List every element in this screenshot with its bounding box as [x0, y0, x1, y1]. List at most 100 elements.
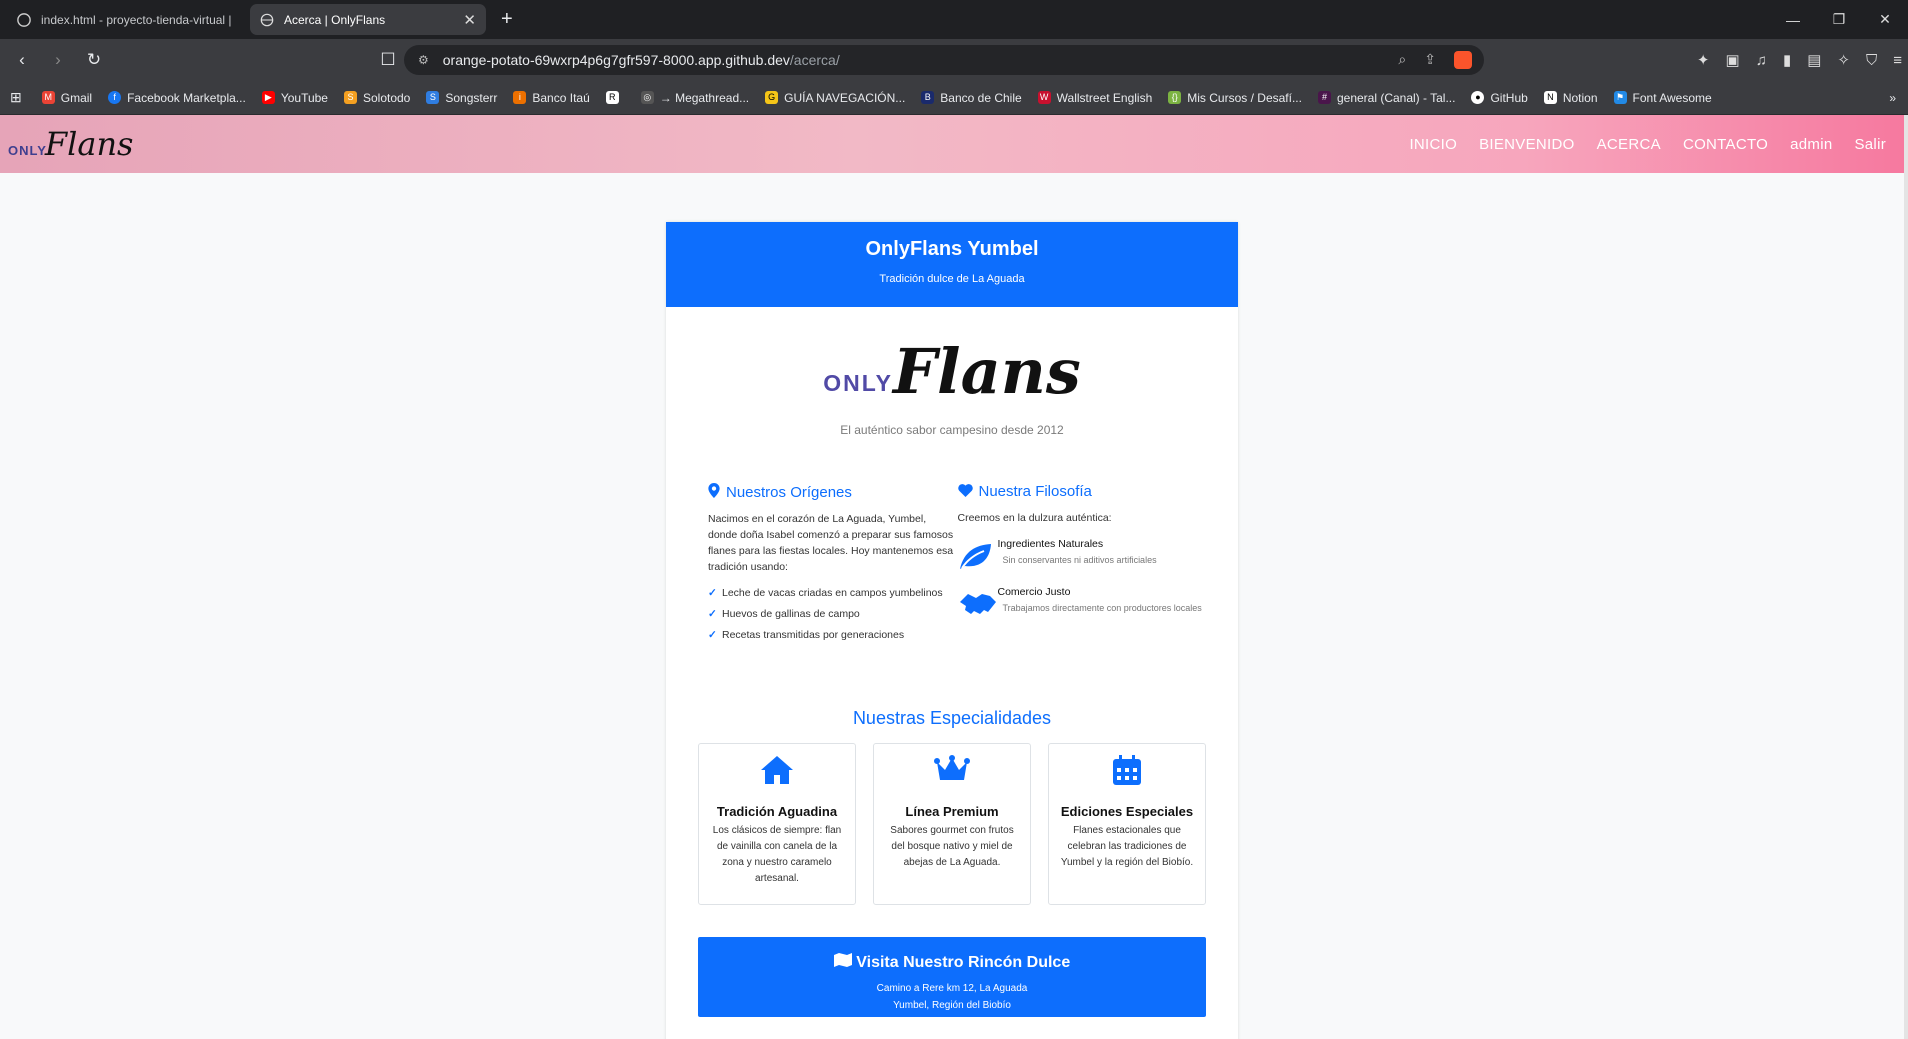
browser-tab-active[interactable]: Acerca | OnlyFlans ✕ — [250, 4, 486, 35]
specialty-title: Tradición Aguadina — [716, 804, 838, 819]
minimize-icon[interactable]: — — [1770, 0, 1816, 39]
specialties-heading: Nuestras Especialidades — [852, 708, 1052, 728]
bookmark-icon[interactable]: ☐ — [374, 46, 402, 74]
main-nav: INICIO BIENVENIDO ACERCA CONTACTO admin … — [1387, 136, 1886, 153]
feature-desc: Sin conservantes ni aditivos artificiale… — [1002, 555, 1157, 565]
visit-section: Visita Nuestro Rincón Dulce Camino a Rer… — [698, 937, 1206, 1017]
nav-inicio[interactable]: INICIO — [1409, 136, 1457, 153]
bookmark-wallstreet[interactable]: W Wallstreet English — [1037, 91, 1152, 105]
more-bookmarks-icon[interactable]: » — [1889, 91, 1896, 105]
nav-acerca[interactable]: ACERCA — [1597, 136, 1661, 153]
bookmark-github[interactable]: ● GitHub — [1471, 91, 1528, 105]
specialty-card: Tradición Aguadina Los clásicos de siemp… — [698, 743, 856, 905]
specialty-card: Ediciones Especiales Flanes estacionales… — [1048, 743, 1206, 905]
sidebar-icon[interactable]: ▮ — [1783, 51, 1791, 69]
origins-heading: Nuestros Orígenes — [726, 483, 852, 501]
page-subtitle: Tradición dulce de La Aguada — [879, 273, 1025, 285]
window-controls: — ❐ ✕ — [1770, 0, 1908, 39]
list-item: Huevos de gallinas de campo — [708, 606, 957, 622]
bookmark-banco-itau[interactable]: i Banco Itaú — [513, 91, 590, 105]
nav-admin[interactable]: admin — [1790, 136, 1832, 153]
brand-logo: ONLY Flans — [823, 335, 1081, 408]
page-title: OnlyFlans Yumbel — [865, 238, 1039, 260]
bookmarks-bar: ⊞ M Gmail f Facebook Marketpla... ▶ YouTube… — [0, 81, 1908, 115]
bookmark-solotodo[interactable]: S Solotodo — [343, 91, 410, 105]
bookmark-font-awesome[interactable]: ⚑ Font Awesome — [1613, 91, 1712, 105]
close-window-icon[interactable]: ✕ — [1862, 0, 1908, 39]
zoom-icon[interactable]: ⌕ — [1398, 51, 1406, 69]
feature-fair-trade: Comercio Justo Trabajamos directamente c… — [958, 586, 1207, 622]
bookmark-guia[interactable]: G GUÍA NAVEGACIÓN... — [765, 91, 905, 105]
tab-title: index.html - proyecto-tienda-virtual | — [41, 12, 232, 27]
specialty-desc: Flanes estacionales que celebran las tra… — [1060, 825, 1194, 868]
page-scrollbar[interactable] — [1904, 115, 1908, 1039]
nav-bienvenido[interactable]: BIENVENIDO — [1479, 136, 1575, 153]
leo-icon[interactable]: ✧ — [1837, 51, 1850, 69]
heart-icon — [957, 483, 973, 500]
brave-shield-icon[interactable] — [1454, 51, 1472, 69]
site-info-icon[interactable]: ⚙ — [418, 53, 429, 67]
extensions-icon[interactable]: ✦ — [1697, 51, 1710, 69]
philosophy-section: Nuestra Filosofía Creemos en la dulzura … — [958, 483, 1207, 648]
media-icon[interactable]: ♫ — [1756, 52, 1767, 69]
philosophy-heading: Nuestra Filosofía — [978, 483, 1092, 500]
share-icon[interactable]: ⇪ — [1424, 51, 1436, 69]
about-card: OnlyFlans Yumbel Tradición dulce de La A… — [666, 222, 1238, 1039]
leaf-icon — [958, 538, 998, 574]
screenshot-icon[interactable]: ▣ — [1726, 51, 1740, 69]
bookmark-notion[interactable]: N Notion — [1543, 91, 1598, 105]
handshake-icon — [958, 586, 998, 622]
specialty-title: Ediciones Especiales — [1060, 804, 1194, 819]
reload-icon[interactable]: ↻ — [80, 46, 108, 74]
bookmark-banco-chile[interactable]: B Banco de Chile — [921, 91, 1022, 105]
map-icon — [833, 953, 856, 971]
visit-heading: Visita Nuestro Rincón Dulce — [856, 954, 1071, 971]
github-icon — [17, 12, 31, 27]
visit-region: Yumbel, Región del Biobío — [893, 1000, 1011, 1011]
nav-contacto[interactable]: CONTACTO — [1683, 136, 1768, 153]
origins-text: Nacimos en el corazón de La Aguada, Yumb… — [708, 513, 954, 573]
feature-natural: Ingredientes Naturales Sin conservantes … — [958, 538, 1207, 574]
forward-icon[interactable]: › — [44, 46, 72, 74]
restore-icon[interactable]: ❐ — [1816, 0, 1862, 39]
bookmark-r[interactable]: R — [605, 91, 625, 104]
url-path: /acerca/ — [789, 52, 840, 68]
calendar-icon — [1049, 754, 1205, 790]
home-icon — [699, 754, 855, 790]
bookmark-mis-cursos[interactable]: {} Mis Cursos / Desafí... — [1168, 91, 1302, 105]
address-bar[interactable]: ⚙ orange-potato-69wxrp4p6g7gfr597-8000.a… — [404, 45, 1484, 75]
bookmark-slack[interactable]: # general (Canal) - Tal... — [1317, 91, 1455, 105]
bookmark-songsterr[interactable]: S Songsterr — [426, 91, 497, 105]
globe-icon — [260, 13, 274, 27]
specialties-grid: Tradición Aguadina Los clásicos de siemp… — [666, 743, 1238, 905]
philosophy-text: Creemos en la dulzura auténtica: — [957, 512, 1112, 524]
feature-title: Ingredientes Naturales — [997, 538, 1104, 550]
menu-icon[interactable]: ≡ — [1893, 52, 1902, 69]
new-tab-button[interactable]: + — [501, 8, 513, 31]
bookmark-facebook[interactable]: f Facebook Marketpla... — [108, 91, 246, 105]
bookmark-youtube[interactable]: ▶ YouTube — [261, 91, 328, 105]
site-logo[interactable]: ONLY Flans — [8, 125, 133, 163]
feature-title: Comercio Justo — [997, 586, 1071, 598]
browser-tab-strip: index.html - proyecto-tienda-virtual | A… — [0, 0, 1908, 39]
about-columns: Nuestros Orígenes Nacimos en el corazón … — [666, 483, 1238, 648]
tagline: El auténtico sabor campesino desde 2012 — [840, 423, 1064, 437]
bookmark-megathread[interactable]: ◎ → Megathread... — [640, 91, 749, 105]
origins-section: Nuestros Orígenes Nacimos en el corazón … — [708, 483, 957, 648]
vpn-icon[interactable]: ⛉ — [1866, 52, 1877, 69]
toolbar-extensions: ✦ ▣ ♫ ▮ ▤ ✧ ⛉ ≡ — [1697, 39, 1902, 81]
nav-salir[interactable]: Salir — [1854, 136, 1886, 153]
browser-tab[interactable]: index.html - proyecto-tienda-virtual | — [7, 4, 243, 35]
close-tab-icon[interactable]: ✕ — [463, 11, 476, 29]
origins-list: Leche de vacas criadas en campos yumbeli… — [708, 585, 957, 643]
back-icon[interactable]: ‹ — [8, 46, 36, 74]
apps-icon[interactable]: ⊞ — [10, 89, 22, 106]
map-marker-icon — [708, 483, 720, 501]
specialty-card: Línea Premium Sabores gourmet con frutos… — [873, 743, 1031, 905]
browser-toolbar: ‹ › ↻ ☐ ⚙ orange-potato-69wxrp4p6g7gfr59… — [0, 39, 1908, 81]
specialty-desc: Los clásicos de siempre: flan de vainill… — [712, 825, 842, 884]
bookmark-gmail[interactable]: M Gmail — [41, 91, 92, 105]
feature-desc: Trabajamos directamente con productores … — [1002, 603, 1202, 613]
specialty-title: Línea Premium — [905, 804, 999, 819]
wallet-icon[interactable]: ▤ — [1807, 51, 1821, 69]
